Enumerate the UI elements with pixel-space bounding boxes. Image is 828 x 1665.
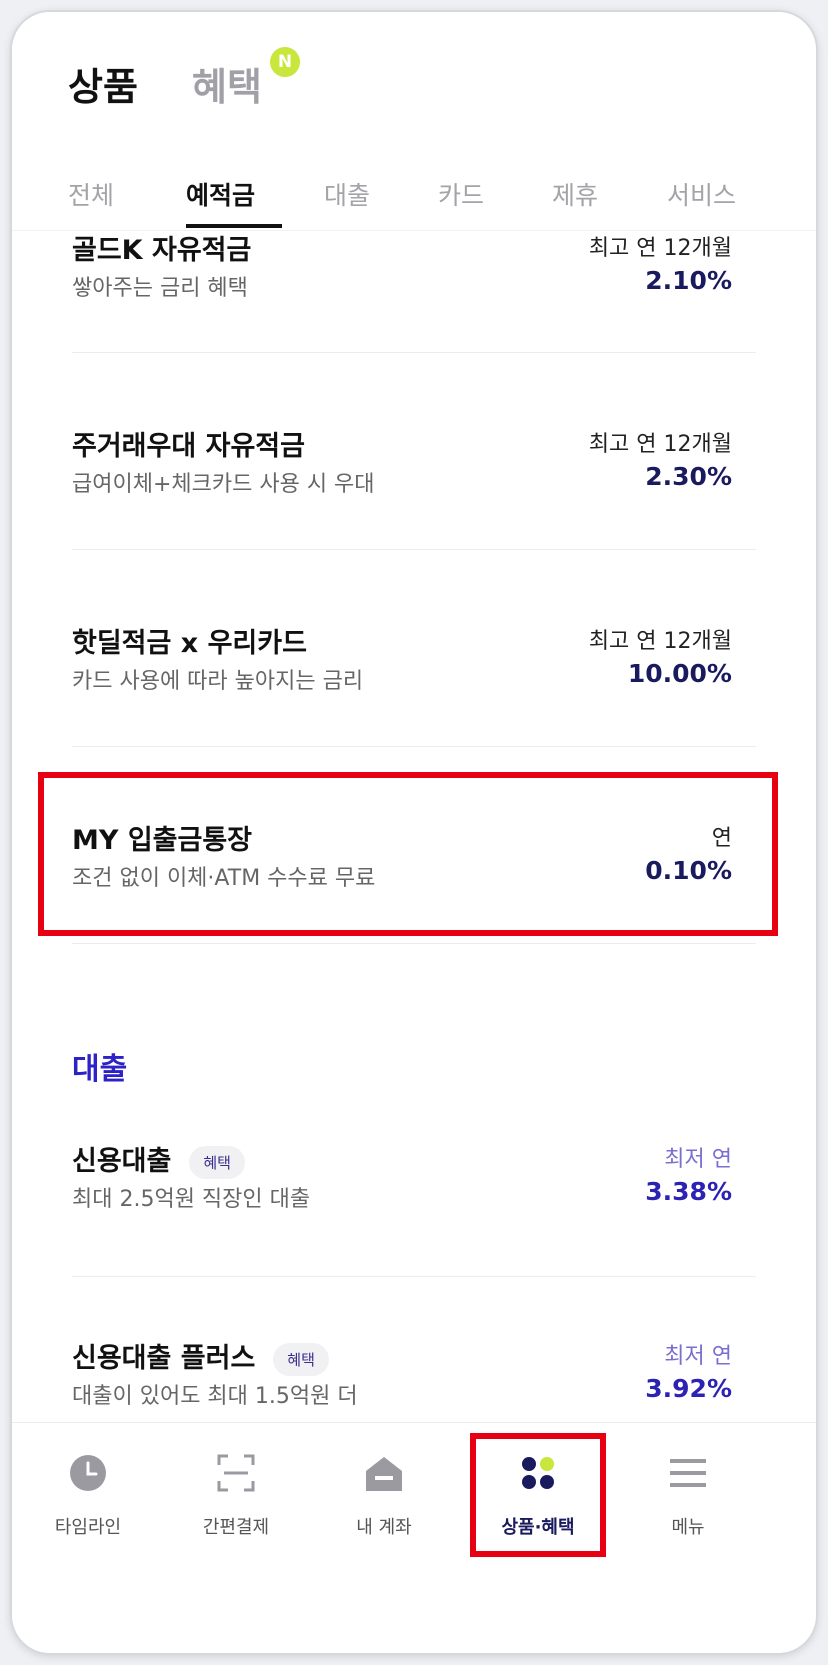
product-desc: 쌓아주는 금리 혜택 xyxy=(72,276,248,301)
tab-services[interactable]: 서비스 xyxy=(667,176,736,212)
clock-icon xyxy=(70,1455,106,1491)
nav-timeline[interactable]: 타임라인 xyxy=(18,1423,158,1553)
nav-easy-pay[interactable]: 간편결제 xyxy=(166,1423,306,1553)
divider xyxy=(72,943,756,944)
section-title-loan: 대출 xyxy=(72,1052,128,1087)
scan-icon xyxy=(217,1454,255,1492)
list-item[interactable]: 신용대출 혜택 최대 2.5억원 직장인 대출 최저 연 3.38% xyxy=(12,1139,816,1349)
rate-value: 2.10% xyxy=(645,266,732,295)
nav-menu[interactable]: 메뉴 xyxy=(618,1423,758,1553)
header: 상품 혜택 N 전체 예적금 대출 카드 제휴 서비스 xyxy=(12,12,816,231)
product-desc: 대출이 있어도 최대 1.5억원 더 xyxy=(72,1384,358,1409)
nav-label: 메뉴 xyxy=(671,1517,705,1538)
phone-frame: 골드K 자유적금 쌓아주는 금리 혜택 최고 연 12개월 2.10% 주거래우… xyxy=(12,12,816,1653)
rate-value: 3.38% xyxy=(645,1177,732,1206)
rate-value: 10.00% xyxy=(627,659,732,688)
product-title: 골드K 자유적금 xyxy=(72,235,252,266)
tab-all[interactable]: 전체 xyxy=(68,176,114,212)
nav-label: 타임라인 xyxy=(54,1517,122,1538)
rate-value: 2.30% xyxy=(645,462,732,491)
nav-highlight-box xyxy=(470,1433,606,1557)
nav-label: 간편결제 xyxy=(202,1517,270,1538)
home-account-icon xyxy=(366,1457,402,1491)
product-title-row: 신용대출 혜택 xyxy=(72,1139,245,1179)
rate-label: 최저 연 xyxy=(664,1147,732,1172)
product-title-row: 신용대출 플러스 혜택 xyxy=(72,1336,329,1376)
rate-label: 최저 연 xyxy=(664,1344,732,1369)
product-list[interactable]: 골드K 자유적금 쌓아주는 금리 혜택 최고 연 12개월 2.10% 주거래우… xyxy=(12,12,816,1653)
benefit-badge: 혜택 xyxy=(273,1343,329,1376)
active-tab-indicator xyxy=(186,224,282,228)
divider xyxy=(72,549,756,550)
highlight-box xyxy=(38,772,778,936)
nav-label: 내 계좌 xyxy=(356,1517,412,1538)
bottom-nav: 타임라인 간편결제 내 계좌 상품·혜택 메뉴 xyxy=(12,1422,816,1653)
tab-cards[interactable]: 카드 xyxy=(438,176,484,212)
product-title: 핫딜적금 x 우리카드 xyxy=(72,628,307,659)
divider xyxy=(72,746,756,747)
tab-products[interactable]: 상품 xyxy=(68,56,138,111)
product-desc: 카드 사용에 따라 높아지는 금리 xyxy=(72,669,364,694)
new-badge: N xyxy=(270,47,300,77)
category-tabs: 전체 예적금 대출 카드 제휴 서비스 xyxy=(12,176,816,224)
tab-benefits[interactable]: 혜택 xyxy=(192,56,262,111)
benefit-badge: 혜택 xyxy=(189,1146,245,1179)
product-title: 주거래우대 자유적금 xyxy=(72,431,305,462)
rate-label: 최고 연 12개월 xyxy=(588,432,732,457)
product-desc: 최대 2.5억원 직장인 대출 xyxy=(72,1187,311,1212)
tab-partnership[interactable]: 제휴 xyxy=(552,176,598,212)
rate-value: 3.92% xyxy=(645,1374,732,1403)
list-item[interactable]: 주거래우대 자유적금 급여이체+체크카드 사용 시 우대 최고 연 12개월 2… xyxy=(12,424,816,634)
tab-loans[interactable]: 대출 xyxy=(324,176,370,212)
divider xyxy=(72,1276,756,1277)
tab-savings[interactable]: 예적금 xyxy=(186,176,255,212)
list-item[interactable]: 골드K 자유적금 쌓아주는 금리 혜택 최고 연 12개월 2.10% xyxy=(12,228,816,438)
product-title: 신용대출 플러스 xyxy=(72,1343,256,1374)
hamburger-icon xyxy=(670,1459,706,1487)
rate-label: 최고 연 12개월 xyxy=(588,629,732,654)
divider xyxy=(72,352,756,353)
product-title: 신용대출 xyxy=(72,1146,172,1177)
nav-my-account[interactable]: 내 계좌 xyxy=(314,1423,454,1553)
rate-label: 최고 연 12개월 xyxy=(588,236,732,261)
product-desc: 급여이체+체크카드 사용 시 우대 xyxy=(72,472,375,497)
